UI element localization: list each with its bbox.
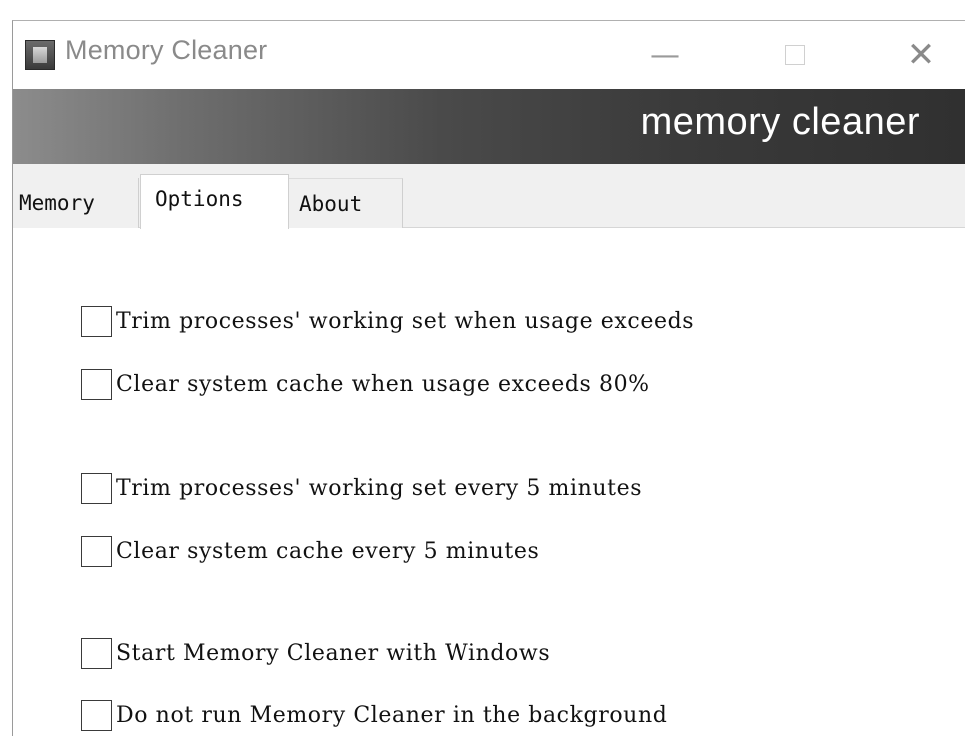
option-clear-cache-on-usage[interactable]: Clear system cache when usage exceeds 80… [81, 367, 650, 401]
checkbox[interactable] [81, 305, 112, 337]
checkbox[interactable] [81, 472, 112, 504]
minimize-button[interactable]: — [625, 21, 705, 89]
checkbox[interactable] [81, 368, 112, 400]
option-clear-cache-periodic[interactable]: Clear system cache every 5 minutes [81, 534, 539, 568]
tab-memory[interactable]: Memory [13, 178, 139, 228]
maximize-button[interactable] [755, 21, 835, 89]
option-label: Do not run Memory Cleaner in the backgro… [116, 702, 668, 728]
tab-strip: Memory Options About [13, 164, 965, 229]
title-bar[interactable]: Memory Cleaner — ✕ [13, 21, 965, 89]
minimize-icon: — [650, 37, 680, 73]
option-label: Clear system cache when usage exceeds 80… [116, 371, 650, 397]
checkbox[interactable] [81, 637, 112, 669]
option-no-background[interactable]: Do not run Memory Cleaner in the backgro… [81, 698, 726, 732]
app-icon [25, 40, 55, 70]
maximize-icon [785, 45, 805, 65]
option-label: Trim processes' working set when usage e… [116, 308, 695, 334]
close-button[interactable]: ✕ [881, 21, 961, 89]
option-label: Clear system cache every 5 minutes [116, 538, 540, 564]
tab-about[interactable]: About [289, 178, 403, 228]
banner-title: memory cleaner [640, 101, 920, 143]
header-banner: memory cleaner [13, 89, 965, 164]
checkbox[interactable] [81, 699, 112, 731]
close-icon: ✕ [906, 35, 936, 75]
option-label: Start Memory Cleaner with Windows [116, 640, 551, 666]
option-trim-on-usage[interactable]: Trim processes' working set when usage e… [81, 304, 832, 338]
window-title: Memory Cleaner [65, 35, 268, 65]
option-start-with-windows[interactable]: Start Memory Cleaner with Windows [81, 636, 550, 670]
option-label: Trim processes' working set every 5 minu… [116, 475, 643, 501]
tab-options[interactable]: Options [140, 174, 289, 229]
option-trim-periodic[interactable]: Trim processes' working set every 5 minu… [81, 471, 691, 505]
memory-cleaner-window: Memory Cleaner — ✕ memory cleaner Memory… [12, 20, 965, 736]
options-panel: Trim processes' working set when usage e… [13, 228, 965, 736]
checkbox[interactable] [81, 535, 112, 567]
